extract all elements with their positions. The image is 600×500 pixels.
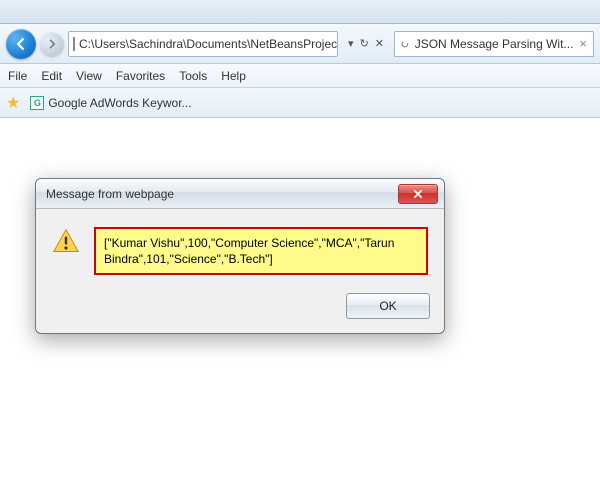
browser-navbar: C:\Users\Sachindra\Documents\NetBeansPro… — [0, 24, 600, 64]
menu-edit[interactable]: Edit — [41, 69, 62, 83]
menu-view[interactable]: View — [76, 69, 102, 83]
close-icon — [412, 188, 424, 200]
bookmark-label: Google AdWords Keywor... — [48, 96, 191, 110]
page-file-icon — [73, 37, 75, 51]
tab-title: JSON Message Parsing Wit... — [415, 37, 574, 51]
history-dropdown[interactable]: ▾ — [348, 37, 354, 50]
bookmarks-bar: ★ G Google AdWords Keywor... — [0, 88, 600, 118]
back-button[interactable] — [6, 29, 36, 59]
browser-tab[interactable]: JSON Message Parsing Wit... × — [394, 31, 594, 57]
ok-button[interactable]: OK — [346, 293, 430, 319]
address-url: C:\Users\Sachindra\Documents\NetBeansPro… — [79, 37, 338, 51]
menu-help[interactable]: Help — [221, 69, 246, 83]
forward-button[interactable] — [40, 32, 64, 56]
address-bar[interactable]: C:\Users\Sachindra\Documents\NetBeansPro… — [68, 31, 338, 57]
bookmark-item[interactable]: G Google AdWords Keywor... — [26, 94, 195, 112]
dialog-close-button[interactable] — [398, 184, 438, 204]
dialog-body: ["Kumar Vishu",100,"Computer Science","M… — [36, 209, 444, 285]
arrow-right-icon — [46, 38, 58, 50]
warning-icon — [52, 227, 80, 255]
dialog-footer: OK — [36, 285, 444, 333]
tab-close-button[interactable]: × — [579, 36, 587, 51]
bookmark-favicon: G — [30, 96, 44, 110]
menu-file[interactable]: File — [8, 69, 27, 83]
page-content: Message from webpage ["Kumar Vishu",100,… — [0, 118, 600, 500]
stop-button[interactable]: ✕ — [375, 37, 384, 50]
favorites-star-icon[interactable]: ★ — [6, 93, 20, 113]
menu-bar: File Edit View Favorites Tools Help — [0, 64, 600, 88]
dialog-message: ["Kumar Vishu",100,"Computer Science","M… — [94, 227, 428, 275]
menu-favorites[interactable]: Favorites — [116, 69, 165, 83]
loading-icon — [401, 38, 409, 50]
nav-controls: ▾ ↻ ✕ — [342, 37, 390, 50]
menu-tools[interactable]: Tools — [179, 69, 207, 83]
alert-dialog: Message from webpage ["Kumar Vishu",100,… — [35, 178, 445, 334]
arrow-left-icon — [13, 36, 29, 52]
dialog-title: Message from webpage — [46, 187, 174, 201]
dialog-titlebar: Message from webpage — [36, 179, 444, 209]
window-titlebar — [0, 0, 600, 24]
refresh-button[interactable]: ↻ — [360, 37, 369, 50]
